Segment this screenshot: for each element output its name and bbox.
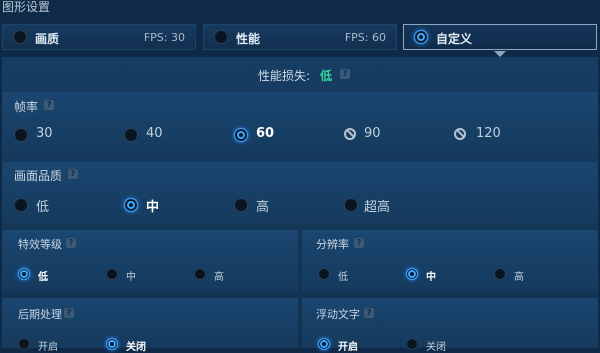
picture-quality-section: 画面品质 ? 低 中 高 超高 bbox=[2, 162, 598, 224]
preset-custom-button[interactable]: 自定义 bbox=[403, 24, 597, 50]
effects-medium-label[interactable]: 中 bbox=[126, 268, 136, 283]
effects-medium-radio[interactable] bbox=[106, 268, 118, 280]
performance-loss-label: 性能损失: bbox=[258, 69, 311, 83]
post-processing-off-radio[interactable] bbox=[106, 338, 118, 350]
quality-high-label[interactable]: 高 bbox=[256, 196, 269, 215]
floating-text-on-radio[interactable] bbox=[318, 338, 330, 350]
preset-quality-fps: FPS: 30 bbox=[143, 31, 185, 44]
frame-rate-section: 帧率 ? 30 40 60 90 120 bbox=[2, 92, 598, 156]
resolution-medium-radio[interactable] bbox=[406, 268, 418, 280]
quality-low-label[interactable]: 低 bbox=[36, 196, 49, 215]
quality-low-radio[interactable] bbox=[14, 198, 28, 212]
floating-text-help-icon[interactable]: ? bbox=[364, 308, 374, 318]
resolution-help-icon[interactable]: ? bbox=[354, 238, 364, 248]
picture-quality-help-icon[interactable]: ? bbox=[68, 169, 78, 179]
frame-rate-30-radio[interactable] bbox=[14, 128, 28, 142]
resolution-low-label[interactable]: 低 bbox=[338, 268, 348, 283]
post-processing-title: 后期处理 bbox=[18, 308, 62, 321]
frame-rate-40-label[interactable]: 40 bbox=[146, 126, 163, 141]
effects-low-radio[interactable] bbox=[18, 268, 30, 280]
post-processing-help-icon[interactable]: ? bbox=[64, 308, 74, 318]
quality-medium-label[interactable]: 中 bbox=[146, 196, 159, 215]
floating-text-off-label[interactable]: 关闭 bbox=[426, 338, 446, 353]
floating-text-on-label[interactable]: 开启 bbox=[338, 338, 358, 353]
preset-quality-label: 画质 bbox=[35, 32, 60, 46]
effects-level-section: 特效等级 ? 低 中 高 bbox=[2, 230, 298, 292]
preset-custom-radio[interactable] bbox=[414, 30, 428, 44]
floating-text-off-radio[interactable] bbox=[406, 338, 418, 350]
effects-low-label[interactable]: 低 bbox=[38, 268, 48, 283]
preset-performance-button[interactable]: 性能 FPS: 60 bbox=[203, 24, 397, 50]
quality-ultra-label[interactable]: 超高 bbox=[364, 196, 390, 215]
effects-high-radio[interactable] bbox=[194, 268, 206, 280]
post-processing-on-label[interactable]: 开启 bbox=[38, 338, 58, 353]
frame-rate-title: 帧率 bbox=[14, 100, 39, 114]
effects-high-label[interactable]: 高 bbox=[214, 268, 224, 283]
frame-rate-60-label[interactable]: 60 bbox=[256, 126, 274, 141]
post-processing-on-radio[interactable] bbox=[18, 338, 30, 350]
quality-ultra-radio[interactable] bbox=[344, 198, 358, 212]
frame-rate-90-label: 90 bbox=[364, 126, 381, 141]
frame-rate-40-radio[interactable] bbox=[124, 128, 138, 142]
quality-medium-radio[interactable] bbox=[124, 198, 138, 212]
preset-quality-button[interactable]: 画质 FPS: 30 bbox=[2, 24, 196, 50]
quality-high-radio[interactable] bbox=[234, 198, 248, 212]
effects-level-title: 特效等级 bbox=[18, 238, 62, 251]
preset-custom-label: 自定义 bbox=[436, 32, 473, 46]
resolution-high-label[interactable]: 高 bbox=[514, 268, 524, 283]
post-processing-off-label[interactable]: 关闭 bbox=[126, 338, 146, 353]
resolution-title: 分辨率 bbox=[316, 238, 349, 251]
preset-performance-radio[interactable] bbox=[214, 30, 228, 44]
frame-rate-60-radio[interactable] bbox=[234, 128, 248, 142]
performance-loss-row: 性能损失: 低 ? bbox=[2, 57, 598, 91]
frame-rate-30-label[interactable]: 30 bbox=[36, 126, 53, 141]
picture-quality-title: 画面品质 bbox=[14, 169, 63, 183]
frame-rate-120-label: 120 bbox=[476, 126, 501, 141]
frame-rate-help-icon[interactable]: ? bbox=[44, 100, 54, 110]
performance-help-icon[interactable]: ? bbox=[340, 69, 350, 79]
post-processing-section: 后期处理 ? 开启 关闭 bbox=[2, 298, 298, 353]
preset-performance-label: 性能 bbox=[236, 32, 261, 46]
resolution-high-radio[interactable] bbox=[494, 268, 506, 280]
resolution-low-radio[interactable] bbox=[318, 268, 330, 280]
preset-performance-fps: FPS: 60 bbox=[344, 31, 386, 44]
resolution-medium-label[interactable]: 中 bbox=[426, 268, 436, 283]
preset-quality-radio[interactable] bbox=[13, 30, 27, 44]
floating-text-section: 浮动文字 ? 开启 关闭 bbox=[302, 298, 598, 353]
resolution-section: 分辨率 ? 低 中 高 bbox=[302, 230, 598, 292]
frame-rate-120-disabled-icon bbox=[454, 128, 466, 140]
effects-level-help-icon[interactable]: ? bbox=[66, 238, 76, 248]
floating-text-title: 浮动文字 bbox=[316, 308, 360, 321]
frame-rate-90-disabled-icon bbox=[344, 128, 356, 140]
page-title: 图形设置 bbox=[2, 0, 51, 14]
performance-loss-value: 低 bbox=[320, 69, 333, 83]
